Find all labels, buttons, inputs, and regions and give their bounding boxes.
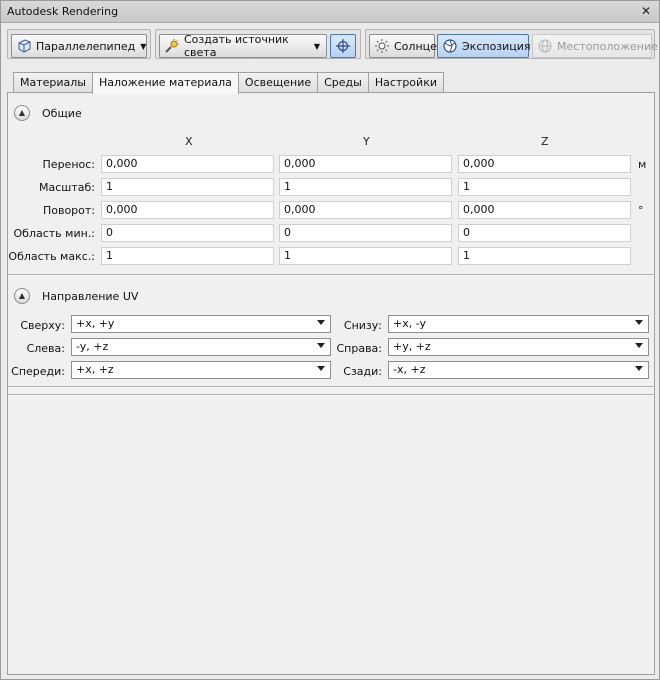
scale-y-field[interactable]: 1: [279, 178, 452, 196]
section-divider: [8, 386, 654, 387]
box-mapping-icon: [16, 38, 32, 54]
translation-x-field[interactable]: 0,000: [101, 155, 274, 173]
region-min-label: Область мин.:: [13, 227, 96, 240]
region-min-z-field[interactable]: 0: [458, 224, 631, 242]
column-header-x: X: [185, 135, 193, 148]
globe-icon: [537, 38, 553, 54]
uv-front-select[interactable]: +x, +z: [71, 361, 331, 379]
material-mapping-panel: ▲ Общие X Y Z Перенос: 0,000 0,000 0,000…: [7, 92, 655, 675]
region-min-x-field[interactable]: 0: [101, 224, 274, 242]
uv-back-select[interactable]: -x, +z: [388, 361, 649, 379]
chevron-down-icon: [635, 366, 643, 371]
uv-back-value: -x, +z: [393, 363, 426, 376]
tab-lighting[interactable]: Освещение: [237, 72, 319, 93]
region-max-z-field[interactable]: 1: [458, 247, 631, 265]
tab-settings[interactable]: Настройки: [367, 72, 444, 93]
box-mapping-button[interactable]: Параллелепипед ▼: [11, 34, 147, 58]
create-light-button[interactable]: Создать источник света ▼: [159, 33, 327, 59]
exposure-button[interactable]: Экспозиция: [437, 34, 531, 58]
translation-z-field[interactable]: 0,000: [458, 155, 631, 173]
uv-right-select[interactable]: +y, +z: [388, 338, 649, 356]
collapse-icon[interactable]: ▲: [14, 288, 30, 304]
box-mapping-label: Параллелепипед: [36, 39, 136, 53]
uv-bottom-select[interactable]: +x, -y: [388, 315, 649, 333]
uv-left-select[interactable]: -y, +z: [71, 338, 331, 356]
scale-label: Масштаб:: [39, 181, 95, 194]
scale-x-field[interactable]: 1: [101, 178, 274, 196]
uv-right-label: Справа:: [336, 342, 382, 355]
location-label: Местоположение: [557, 39, 658, 53]
translation-label: Перенос:: [42, 158, 95, 171]
close-icon[interactable]: ✕: [639, 4, 653, 18]
scale-z-field[interactable]: 1: [458, 178, 631, 196]
create-light-label: Создать источник света: [184, 33, 289, 59]
region-min-y-field[interactable]: 0: [279, 224, 452, 242]
region-max-y-field[interactable]: 1: [279, 247, 452, 265]
crosshair-icon: [335, 38, 351, 57]
toolbar: Параллелепипед ▼ Создать источник света …: [1, 24, 659, 70]
uv-bottom-value: +x, -y: [393, 317, 427, 330]
collapse-icon[interactable]: ▲: [14, 105, 30, 121]
general-section-header[interactable]: ▲ Общие: [8, 100, 654, 126]
rotation-label: Поворот:: [42, 204, 95, 217]
region-max-x-field[interactable]: 1: [101, 247, 274, 265]
light-target-button[interactable]: [330, 34, 356, 58]
uv-front-label: Спереди:: [11, 365, 65, 378]
uv-front-value: +x, +z: [76, 363, 114, 376]
column-header-y: Y: [363, 135, 370, 148]
rotation-unit: °: [638, 204, 644, 217]
uv-top-label: Сверху:: [20, 319, 65, 332]
general-section-title: Общие: [42, 107, 82, 120]
autodesk-rendering-window: Autodesk Rendering ✕ Параллелепипед ▼ Со…: [0, 0, 660, 680]
sun-label: Солнце: [394, 39, 437, 53]
uv-bottom-label: Снизу:: [343, 319, 382, 332]
sun-icon: [374, 38, 390, 54]
rotation-z-field[interactable]: 0,000: [458, 201, 631, 219]
exposure-label: Экспозиция: [462, 39, 531, 53]
uv-top-value: +x, +y: [76, 317, 115, 330]
chevron-down-icon: [635, 320, 643, 325]
tab-bar: Материалы Наложение материала Освещение …: [13, 72, 444, 94]
section-divider: [8, 274, 654, 275]
title-bar: Autodesk Rendering ✕: [1, 1, 659, 23]
rotation-x-field[interactable]: 0,000: [101, 201, 274, 219]
uv-left-label: Слева:: [26, 342, 65, 355]
uv-section-title: Направление UV: [42, 290, 139, 303]
chevron-down-icon: ▼: [313, 41, 320, 51]
window-title: Autodesk Rendering: [7, 5, 119, 18]
light-icon: [164, 38, 180, 54]
uv-right-value: +y, +z: [393, 340, 431, 353]
uv-section-header[interactable]: ▲ Направление UV: [8, 283, 654, 309]
uv-left-value: -y, +z: [76, 340, 109, 353]
region-max-label: Область макс.:: [8, 250, 95, 263]
column-header-z: Z: [541, 135, 549, 148]
tab-environments[interactable]: Среды: [317, 72, 369, 93]
location-button[interactable]: Местоположение: [532, 34, 658, 58]
tab-material-mapping[interactable]: Наложение материала: [92, 72, 239, 94]
rotation-y-field[interactable]: 0,000: [279, 201, 452, 219]
section-divider: [8, 394, 654, 395]
uv-back-label: Сзади:: [343, 365, 382, 378]
tab-materials[interactable]: Материалы: [13, 72, 93, 93]
chevron-down-icon: [635, 343, 643, 348]
exposure-icon: [442, 38, 458, 54]
sun-button[interactable]: Солнце: [369, 34, 437, 58]
chevron-down-icon: ▼: [140, 41, 147, 51]
translation-y-field[interactable]: 0,000: [279, 155, 452, 173]
translation-unit: м: [638, 158, 647, 171]
uv-top-select[interactable]: +x, +y: [71, 315, 331, 333]
